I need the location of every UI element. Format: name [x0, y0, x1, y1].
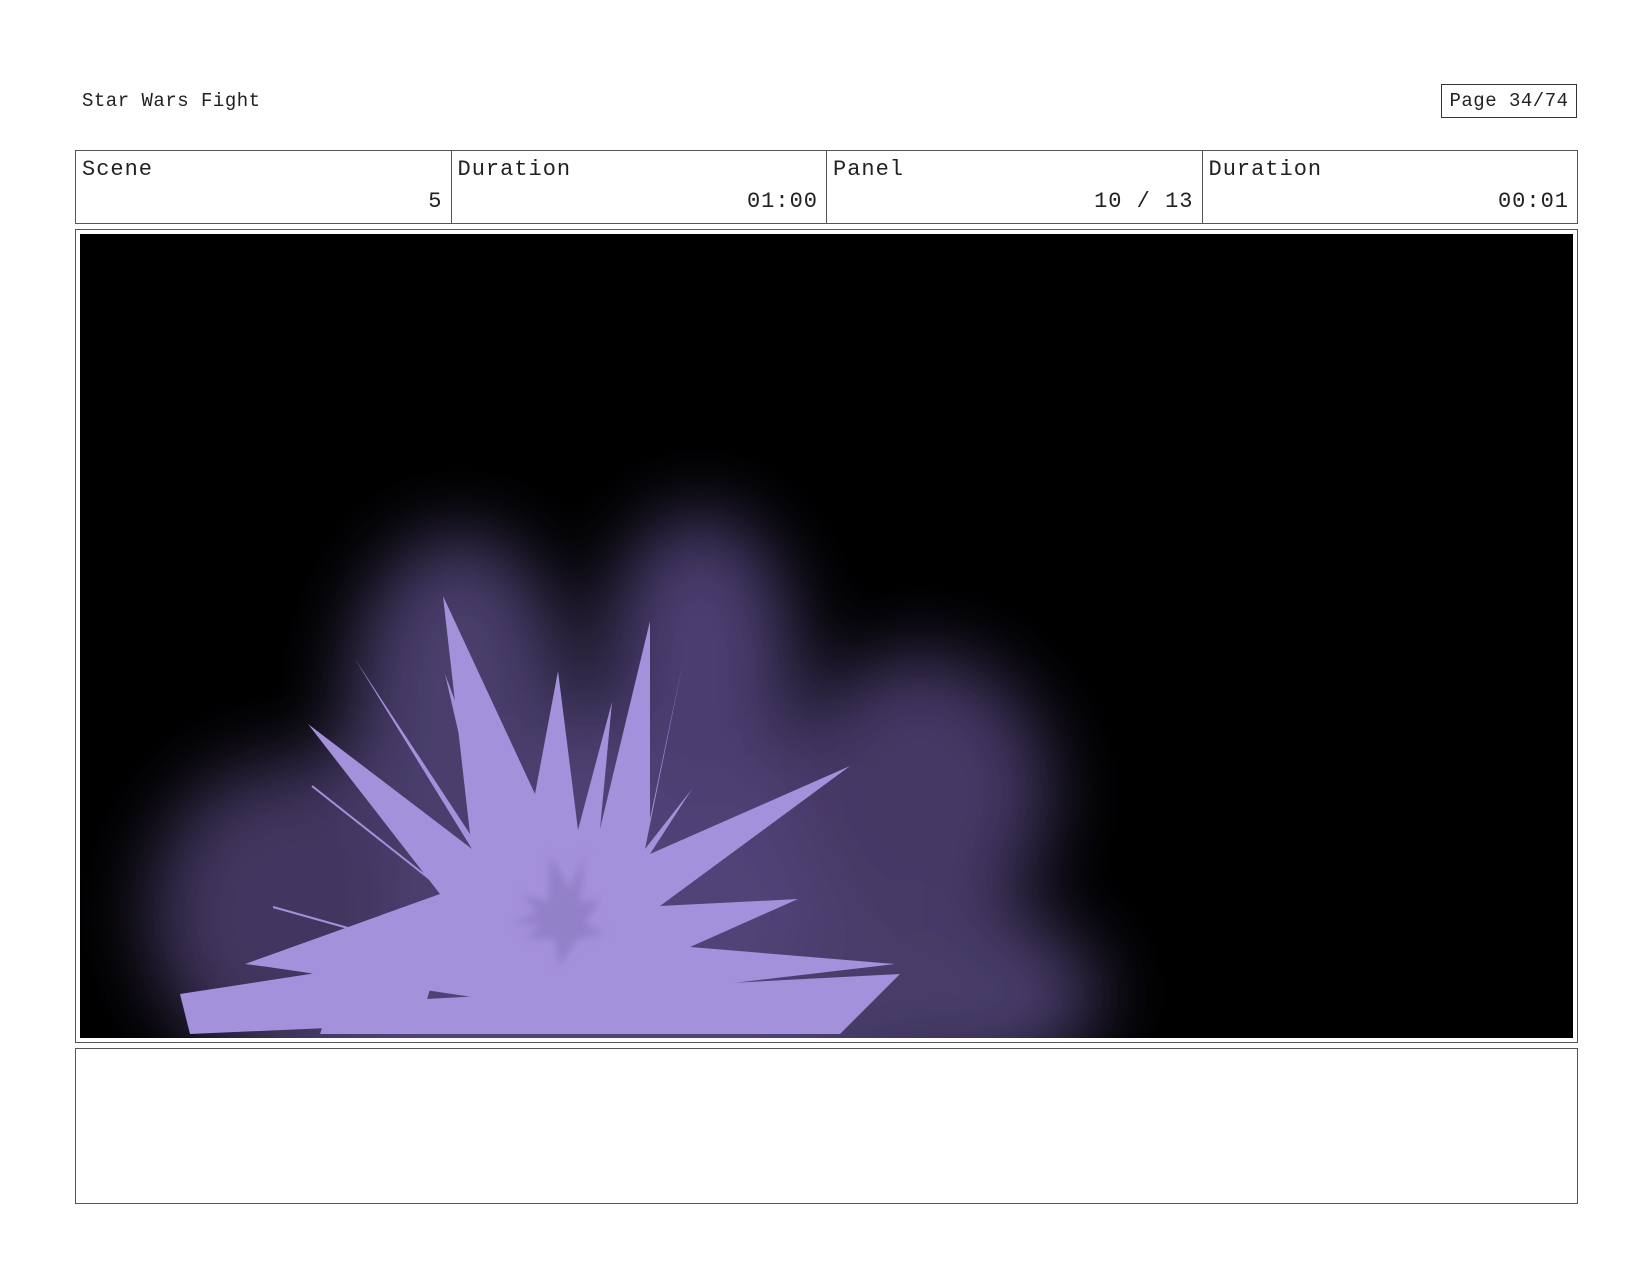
document-title: Star Wars Fight: [82, 90, 261, 112]
storyboard-panel-image: [80, 234, 1573, 1038]
panel-duration-label: Duration: [1208, 157, 1323, 182]
panel-info-table: Scene 5 Duration 01:00 Panel 10 / 13 Dur…: [75, 150, 1578, 224]
scene-duration-label: Duration: [457, 157, 572, 182]
storyboard-panel-frame: [75, 229, 1578, 1043]
page-indicator: Page 34/74: [1441, 84, 1577, 118]
scene-duration-cell: Duration 01:00: [452, 151, 827, 223]
scene-cell: Scene 5: [76, 151, 452, 223]
scene-duration-value: 01:00: [746, 189, 818, 214]
panel-notes-box: [75, 1048, 1578, 1204]
panel-value: 10 / 13: [1094, 189, 1194, 214]
panel-duration-value: 00:01: [1497, 189, 1569, 214]
panel-cell: Panel 10 / 13: [827, 151, 1203, 223]
explosion-illustration: [80, 234, 1573, 1038]
scene-value: 5: [428, 189, 443, 214]
panel-duration-cell: Duration 00:01: [1203, 151, 1578, 223]
panel-label: Panel: [833, 157, 905, 182]
scene-label: Scene: [82, 157, 154, 182]
